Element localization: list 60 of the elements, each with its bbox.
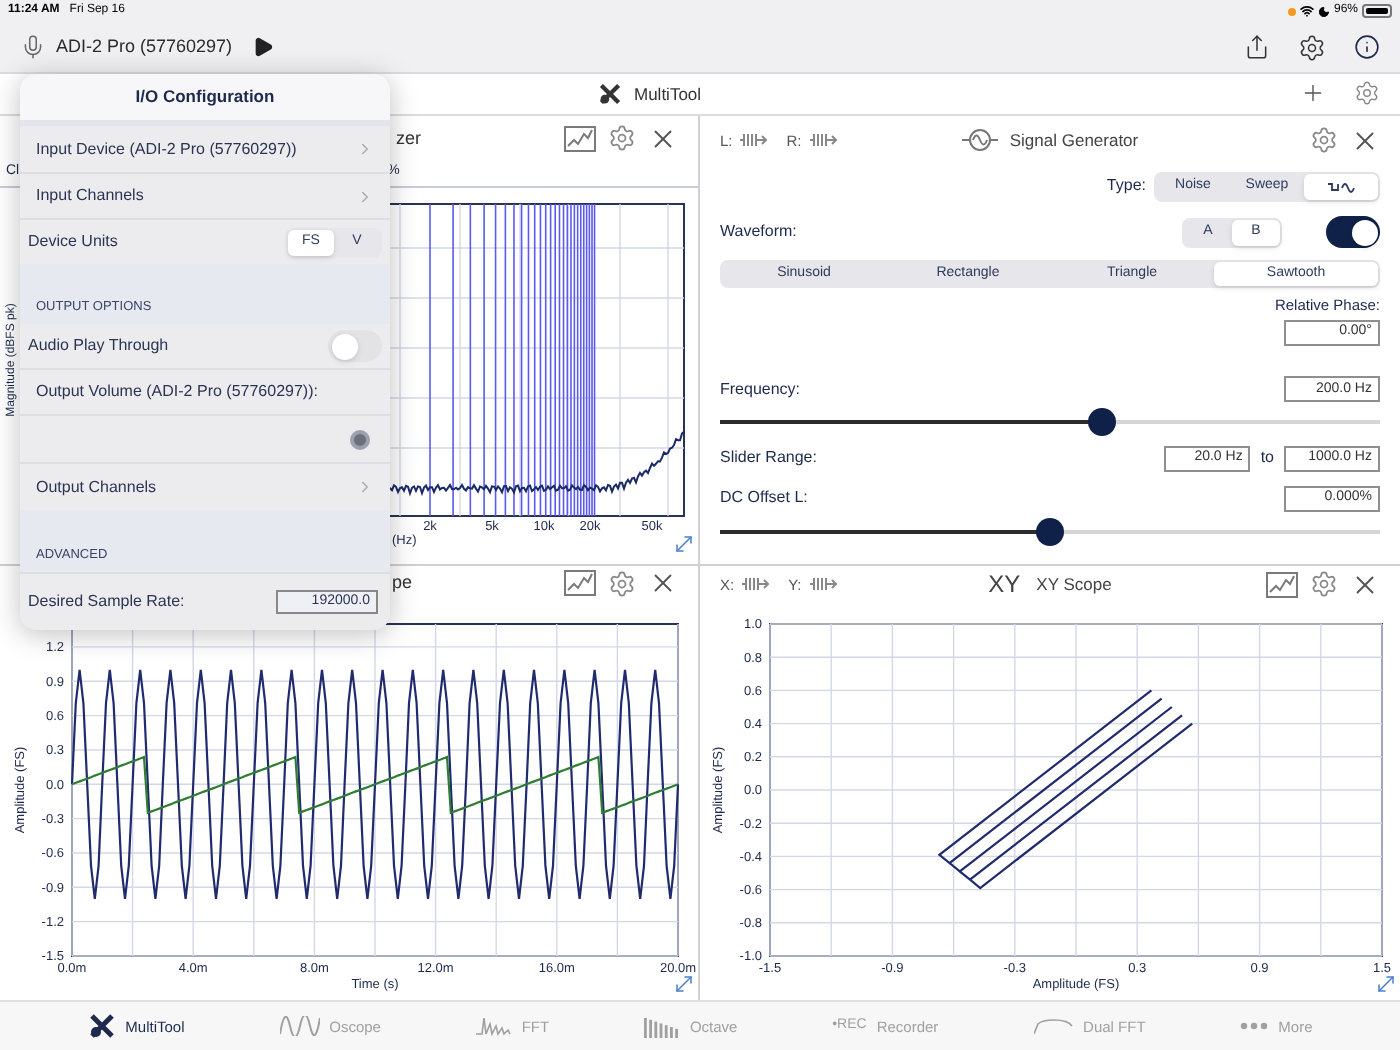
chart-icon[interactable] <box>1266 571 1298 598</box>
add-icon[interactable] <box>1300 80 1326 107</box>
device-name[interactable]: ADI-2 Pro (57760297) <box>56 33 233 61</box>
curve-icon <box>1033 1016 1074 1037</box>
wave-icon <box>279 1016 320 1037</box>
menu-row[interactable]: Input Channels <box>20 174 390 220</box>
panel-title: zer <box>396 125 422 151</box>
field-label: Type: <box>1106 174 1146 199</box>
slider-thumb[interactable] <box>1088 408 1117 437</box>
expand-icon[interactable] <box>672 532 696 557</box>
waveform-icon <box>809 132 840 149</box>
chart-icon[interactable] <box>564 570 596 597</box>
toolbar-title: MultiTool <box>634 81 702 107</box>
crossed-tools-icon <box>598 81 622 106</box>
waveform-icon <box>809 576 840 593</box>
crossed-tools-icon <box>87 1012 116 1041</box>
settings-icon[interactable] <box>1298 33 1326 62</box>
range-separator: to <box>1260 446 1274 471</box>
setting-label: Audio Play Through <box>28 334 171 358</box>
field-label: Frequency: <box>720 377 801 402</box>
waveform-icon <box>742 576 773 593</box>
expand-icon[interactable] <box>1374 972 1398 997</box>
frequency-slider[interactable] <box>720 408 1380 437</box>
slider-thumb[interactable] <box>1036 518 1064 547</box>
field-label: DC Offset L: <box>720 486 808 511</box>
slider-thumb[interactable] <box>350 429 370 449</box>
panel-title: Signal Generator <box>1009 127 1139 154</box>
panel-title: XY Scope <box>1036 571 1112 598</box>
dc-offset-slider[interactable] <box>720 518 1380 547</box>
spectrum-icon <box>475 1016 512 1037</box>
panel-title: pe <box>392 570 413 597</box>
popover-title: I/O Configuration <box>135 84 275 110</box>
chevron-icon <box>356 187 374 205</box>
share-icon[interactable] <box>1244 34 1270 61</box>
setting-label: Output Volume (ADI-2 Pro (57760297)): <box>36 380 318 404</box>
toggle-switch[interactable] <box>328 330 382 362</box>
microphone-icon[interactable] <box>20 34 46 61</box>
chevron-icon <box>356 478 374 496</box>
setting-label: Desired Sample Rate: <box>28 590 187 614</box>
more-icon <box>1240 1022 1269 1031</box>
menu-row[interactable]: Output Channels <box>20 464 390 510</box>
chart-icon[interactable] <box>564 125 596 152</box>
square-sine-icon <box>1327 179 1355 194</box>
field-label: Waveform: <box>720 220 797 245</box>
moon-icon <box>1317 5 1330 18</box>
xy-logo: XY <box>988 568 1021 603</box>
expand-icon[interactable] <box>672 972 696 997</box>
battery-icon <box>1362 4 1392 19</box>
chevron-icon <box>356 140 374 158</box>
setting-label: Device Units <box>28 230 120 254</box>
wifi-icon <box>1299 4 1314 19</box>
bars-icon <box>643 1015 680 1038</box>
segment-option[interactable] <box>1304 173 1378 200</box>
menu-row[interactable]: Input Device (ADI-2 Pro (57760297)) <box>20 126 390 174</box>
play-icon[interactable] <box>252 36 275 59</box>
waveform-icon <box>740 132 771 149</box>
sine-wave-icon <box>961 128 998 153</box>
toggle-switch[interactable] <box>1326 216 1380 249</box>
field-label: Slider Range: <box>720 446 817 471</box>
info-icon[interactable] <box>1354 34 1380 61</box>
